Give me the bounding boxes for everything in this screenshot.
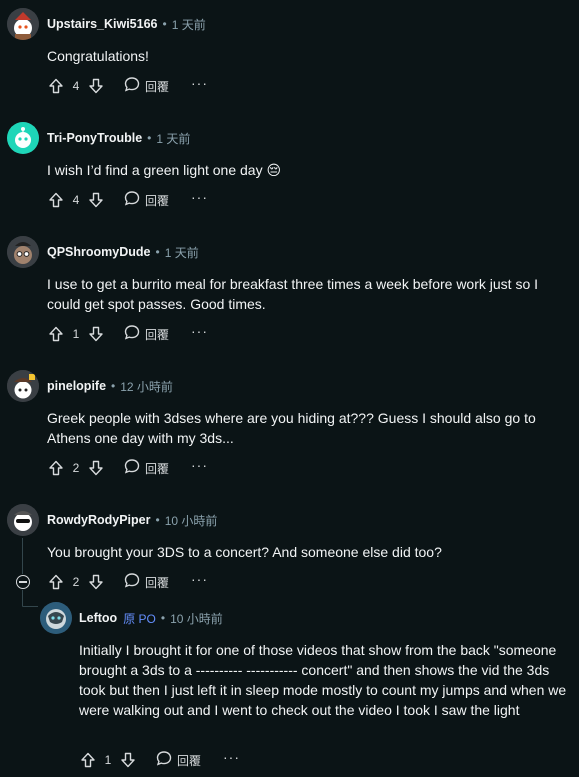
more-options-button[interactable]: ···: [191, 190, 208, 208]
comment-text: I use to get a burrito meal for breakfas…: [47, 276, 539, 312]
separator-dot: •: [162, 17, 167, 31]
downvote-icon[interactable]: [118, 750, 138, 770]
comment-bubble-icon: [156, 750, 172, 771]
more-options-button[interactable]: ···: [223, 750, 240, 768]
avatar[interactable]: [7, 236, 39, 268]
upvote-icon[interactable]: [46, 324, 66, 344]
comment-actions: 4 回覆 ···: [46, 186, 208, 214]
username[interactable]: pinelopife: [47, 379, 106, 393]
reply-button[interactable]: 回覆: [124, 324, 169, 345]
reply-label: 回覆: [177, 753, 202, 768]
thread-line-branch: [22, 590, 23, 606]
comment-actions: 2 回覆 ···: [46, 568, 208, 596]
collapse-thread-button[interactable]: [16, 575, 30, 589]
separator-dot: •: [160, 611, 166, 625]
vote-score: 2: [72, 461, 80, 475]
separator-dot: •: [155, 245, 160, 259]
vote-score: 4: [72, 79, 80, 93]
avatar[interactable]: [40, 602, 72, 634]
vote-score: 1: [72, 327, 80, 341]
timestamp[interactable]: 1 天前: [165, 244, 199, 261]
timestamp[interactable]: 12 小時前: [120, 378, 173, 395]
more-options-button[interactable]: ···: [191, 458, 208, 476]
comment-text: Greek people with 3dses where are you hi…: [47, 410, 536, 446]
vote-score: 1: [104, 753, 112, 767]
username[interactable]: Leftoo: [79, 611, 117, 625]
reply-label: 回覆: [145, 193, 170, 208]
comment-bubble-icon: [124, 324, 140, 345]
reply-button[interactable]: 回覆: [124, 458, 169, 479]
username[interactable]: QPShroomyDude: [47, 245, 151, 259]
reply-button[interactable]: 回覆: [156, 750, 201, 771]
comment-bubble-icon: [124, 458, 140, 479]
more-options-button[interactable]: ···: [191, 76, 208, 94]
downvote-icon[interactable]: [86, 76, 106, 96]
comment-bubble-icon: [124, 76, 140, 97]
comment-actions: 1 回覆 ···: [78, 746, 240, 774]
vote-score: 2: [72, 575, 80, 589]
separator-dot: •: [111, 379, 116, 393]
thread-line: [22, 538, 23, 574]
timestamp[interactable]: 10 小時前: [170, 610, 223, 627]
upvote-icon[interactable]: [46, 76, 66, 96]
downvote-icon[interactable]: [86, 458, 106, 478]
upvote-icon[interactable]: [46, 572, 66, 592]
username[interactable]: Upstairs_Kiwi5166: [47, 17, 157, 31]
comment-bubble-icon: [124, 190, 140, 211]
more-options-button[interactable]: ···: [191, 572, 208, 590]
comment-bubble-icon: [124, 572, 140, 593]
username[interactable]: RowdyRodyPiper: [47, 513, 151, 527]
reply-button[interactable]: 回覆: [124, 76, 169, 97]
separator-dot: •: [147, 131, 152, 145]
comment-text: Initially I brought it for one of those …: [79, 642, 567, 718]
avatar[interactable]: [7, 504, 39, 536]
reply-button[interactable]: 回覆: [124, 572, 169, 593]
avatar[interactable]: [7, 8, 39, 40]
avatar[interactable]: [7, 370, 39, 402]
thread-line-branch-horizontal: [22, 606, 38, 607]
comment-text: You brought your 3DS to a concert? And s…: [47, 544, 442, 560]
comment-actions: 2 回覆 ···: [46, 454, 208, 482]
reply-label: 回覆: [145, 79, 170, 94]
downvote-icon[interactable]: [86, 190, 106, 210]
separator-dot: •: [155, 513, 160, 527]
more-options-button[interactable]: ···: [191, 324, 208, 342]
reply-button[interactable]: 回覆: [124, 190, 169, 211]
downvote-icon[interactable]: [86, 324, 106, 344]
op-badge: 原 PO: [123, 611, 156, 626]
reply-label: 回覆: [145, 575, 170, 590]
timestamp[interactable]: 1 天前: [172, 16, 206, 33]
vote-score: 4: [72, 193, 80, 207]
comment-actions: 4 回覆 ···: [46, 72, 208, 100]
avatar[interactable]: [7, 122, 39, 154]
reply-label: 回覆: [145, 461, 170, 476]
comment-actions: 1 回覆 ···: [46, 320, 208, 348]
upvote-icon[interactable]: [46, 458, 66, 478]
upvote-icon[interactable]: [46, 190, 66, 210]
username[interactable]: Tri-PonyTrouble: [47, 131, 142, 145]
timestamp[interactable]: 1 天前: [156, 130, 190, 147]
upvote-icon[interactable]: [78, 750, 98, 770]
comment-text: I wish I’d find a green light one day 😔: [47, 162, 282, 178]
downvote-icon[interactable]: [86, 572, 106, 592]
timestamp[interactable]: 10 小時前: [165, 512, 218, 529]
reply-label: 回覆: [145, 327, 170, 342]
comment-text: Congratulations!: [47, 48, 149, 64]
